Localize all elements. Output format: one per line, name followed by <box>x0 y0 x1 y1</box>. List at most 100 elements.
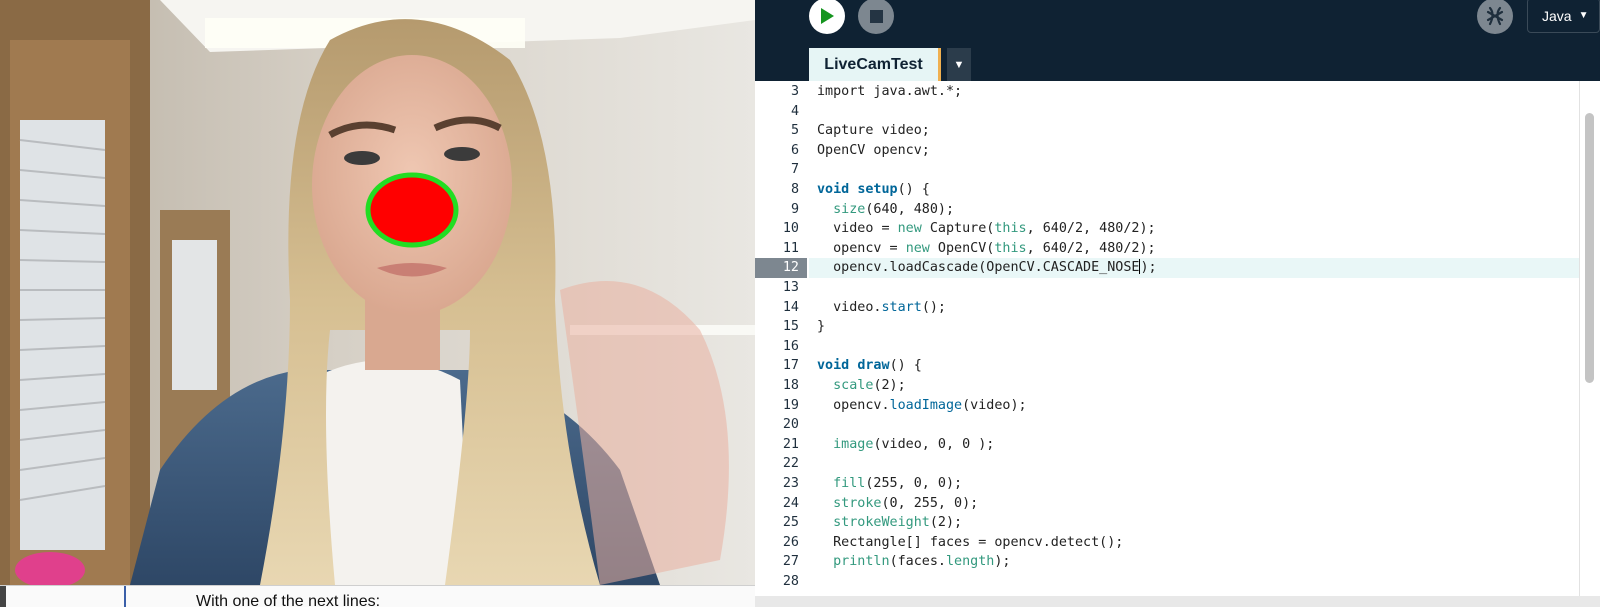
code-token: length <box>946 554 995 570</box>
line-number: 12 <box>755 258 807 278</box>
debugger-button[interactable] <box>1477 0 1513 34</box>
webcam-frame <box>0 0 755 585</box>
chevron-down-icon: ▼ <box>1578 10 1589 21</box>
code-token: this <box>994 240 1027 256</box>
line-number: 23 <box>782 476 799 491</box>
code-line[interactable]: video = new Capture(this, 640/2, 480/2); <box>809 219 1579 239</box>
code-line[interactable] <box>809 278 1579 298</box>
document-left-bar <box>0 586 6 607</box>
document-text: With one of the next lines: <box>196 593 381 607</box>
code-line[interactable]: println(faces.length); <box>809 552 1579 572</box>
line-number: 16 <box>782 338 799 354</box>
code-line[interactable] <box>809 415 1579 435</box>
code-line[interactable]: fill(255, 0, 0); <box>809 474 1579 494</box>
code-line[interactable]: image(video, 0, 0 ); <box>809 435 1579 455</box>
tab-menu-button[interactable]: ▼ <box>947 48 971 81</box>
code-token: (0, 255, 0); <box>881 495 979 511</box>
code-line[interactable]: opencv = new OpenCV(this, 640/2, 480/2); <box>809 239 1579 259</box>
line-number: 27 <box>782 554 799 570</box>
line-number: 9 <box>790 201 799 217</box>
line-number: 10 <box>782 221 799 237</box>
code-line[interactable]: Capture video; <box>809 121 1579 141</box>
horizontal-scrollbar[interactable] <box>755 596 1600 607</box>
line-number: 7 <box>790 162 799 178</box>
line-number: 6 <box>790 142 799 158</box>
code-token: new <box>897 221 922 237</box>
code-line[interactable]: strokeWeight(2); <box>809 513 1579 533</box>
code-token: (640, 480); <box>865 201 955 217</box>
code-line[interactable]: video.start(); <box>809 298 1579 318</box>
code-line[interactable]: stroke(0, 255, 0); <box>809 494 1579 514</box>
code-token: void <box>817 182 858 197</box>
toolbar: Java ▼ <box>755 0 1600 47</box>
code-line[interactable]: OpenCV opencv; <box>809 141 1579 161</box>
run-button[interactable] <box>809 0 845 34</box>
line-number: 25 <box>782 515 799 531</box>
code-token: (video, 0, 0 ); <box>873 436 995 452</box>
code-token: (2); <box>873 378 906 393</box>
code-token: size <box>833 201 866 217</box>
line-number: 22 <box>782 456 799 472</box>
code-line[interactable] <box>809 572 1579 592</box>
code-editor[interactable]: 3 4 5 6 7 8 9 10 11 12 13 14 15 16 17 18 19 20 21 22 23 24 25 2… <box>755 81 1600 596</box>
code-token: fill <box>833 476 866 491</box>
code-token: println <box>833 554 890 570</box>
code-token: ); <box>994 554 1011 570</box>
code-line[interactable]: void draw() { <box>809 356 1579 376</box>
code-token: image <box>833 436 874 452</box>
vertical-scrollbar[interactable] <box>1579 81 1600 596</box>
code-line[interactable] <box>809 337 1579 357</box>
code-token: draw <box>857 358 890 374</box>
line-number: 18 <box>782 378 799 393</box>
code-token: Capture( <box>921 221 995 237</box>
code-text-area[interactable]: import java.awt.*; Capture video; OpenCV o… <box>809 81 1579 596</box>
line-number: 24 <box>782 495 799 511</box>
code-line[interactable]: opencv.loadCascade(OpenCV.CASCADE_NOSE); <box>809 258 1579 278</box>
code-line[interactable]: size(640, 480); <box>809 200 1579 220</box>
code-token: opencv = <box>817 240 906 256</box>
line-number: 20 <box>782 417 799 433</box>
line-number: 28 <box>782 574 799 589</box>
tab-livecamtest[interactable]: LiveCamTest <box>809 48 941 81</box>
stop-icon <box>869 9 883 23</box>
code-token: ); <box>1140 260 1157 276</box>
code-line[interactable]: void setup() { <box>809 180 1579 200</box>
code-line[interactable] <box>809 160 1579 180</box>
code-token: () { <box>889 358 922 374</box>
code-line[interactable]: } <box>809 317 1579 337</box>
processing-ide: Java ▼ LiveCamTest ▼ 3 4 5 6 7 8 9 10 11 12 13 14 15… <box>755 0 1600 607</box>
nose-detection-ellipse <box>365 172 459 248</box>
line-number: 26 <box>782 534 799 550</box>
code-line[interactable]: import java.awt.*; <box>809 82 1579 102</box>
line-number: 19 <box>782 397 799 413</box>
line-number-gutter: 3 4 5 6 7 8 9 10 11 12 13 14 15 16 17 18 19 20 21 22 23 24 25 2… <box>755 81 809 596</box>
line-number: 15 <box>782 319 799 335</box>
line-number: 17 <box>782 358 799 374</box>
code-line[interactable]: scale(2); <box>809 376 1579 396</box>
scrollbar-thumb[interactable] <box>1585 113 1594 383</box>
play-icon <box>821 8 834 24</box>
code-token: this <box>994 221 1027 237</box>
line-number: 3 <box>790 84 799 99</box>
code-token: , 640/2, 480/2); <box>1026 221 1156 237</box>
line-number: 14 <box>782 299 799 315</box>
code-token: OpenCV opencv; <box>817 142 930 158</box>
code-line[interactable] <box>809 102 1579 122</box>
code-token: (video); <box>962 397 1027 413</box>
mode-selector[interactable]: Java ▼ <box>1527 0 1600 33</box>
stop-button[interactable] <box>858 0 894 34</box>
code-token: Capture video; <box>817 123 930 139</box>
code-line[interactable]: opencv.loadImage(video); <box>809 396 1579 416</box>
code-token: loadImage <box>889 397 963 413</box>
code-line[interactable] <box>809 454 1579 474</box>
line-number: 11 <box>782 240 799 256</box>
line-number: 4 <box>790 103 799 119</box>
code-token: video. <box>817 299 882 315</box>
code-token: () { <box>897 182 930 197</box>
code-line[interactable]: Rectangle[] faces = opencv.detect(); <box>809 533 1579 553</box>
